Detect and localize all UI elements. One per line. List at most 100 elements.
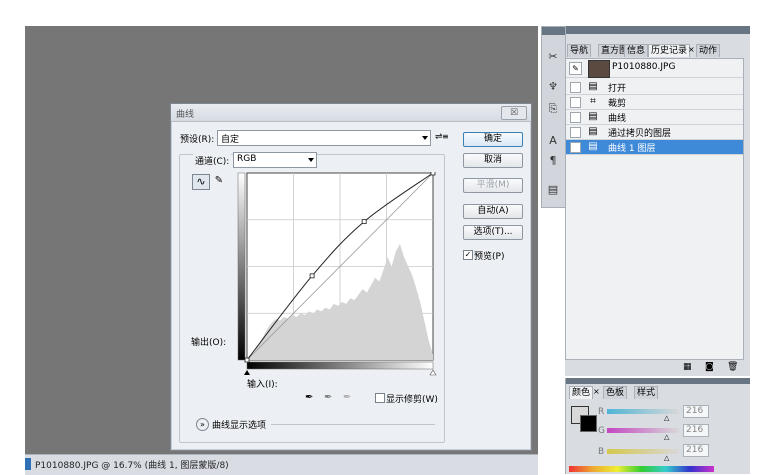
history-item-label: 打开 [608,84,627,94]
brush-icon[interactable]: ♆ [545,79,561,95]
snapshot-icon[interactable]: ◙ [705,362,714,372]
history-item[interactable]: ⌗ 裁剪 [566,95,743,110]
curve-control-point[interactable] [244,357,250,363]
tab-info[interactable]: 信息 [624,44,649,57]
divider [271,424,435,425]
status-text: P1010880.JPG @ 16.7% (曲线 1, 图层蒙版/8) [35,461,229,471]
white-point-slider[interactable] [429,369,437,376]
options-button[interactable]: 选项(T)... [463,225,523,240]
color-ramp[interactable] [569,466,714,472]
close-icon[interactable]: × [688,45,695,54]
show-clipping-checkbox[interactable] [375,393,385,403]
r-value[interactable]: 216 [683,405,709,418]
preset-value: 自定 [221,135,240,145]
curve-graph[interactable] [237,172,439,384]
dialog-titlebar[interactable]: 曲线 ☒ [171,104,531,122]
curve-control-point[interactable] [309,273,315,279]
white-eyedropper-icon[interactable]: ✒ [343,392,351,403]
document-icon: ▤ [588,141,598,152]
close-icon[interactable]: × [593,387,600,396]
channel-select[interactable]: RGB [233,152,317,168]
preset-label: 预设(R): [180,135,215,145]
preset-menu-icon[interactable]: ≡ [442,132,449,141]
pencil-icon[interactable]: ✎ [212,174,226,188]
history-item[interactable]: ▤ 通过拷贝的图层 [566,125,743,140]
preset-select[interactable]: 自定 [217,130,431,146]
channel-label: 通道(C): [193,154,232,167]
clone-icon[interactable]: ⎘ [545,101,561,117]
b-slider-handle[interactable]: △ [664,454,669,462]
history-item-label: 通过拷贝的图层 [608,129,672,139]
black-eyedropper-icon[interactable]: ✒ [305,392,313,403]
cancel-button[interactable]: 取消 [463,153,523,168]
history-checkbox[interactable] [570,112,581,123]
document-icon: ▤ [588,81,598,92]
auto-button[interactable]: 自动(A) [463,204,523,219]
ok-button[interactable]: 确定 [463,132,523,147]
history-item-selected[interactable]: ▤ 曲线 1 图层 [566,140,743,155]
history-item-label: 裁剪 [608,99,627,109]
chevron-down-icon [308,158,314,162]
preview-checkbox[interactable]: ✓ [463,250,473,260]
background-color-swatch[interactable] [580,415,597,432]
snapshot-thumbnail [588,60,610,78]
curve-control-point[interactable] [361,219,367,225]
history-item[interactable]: ▤ 曲线 [566,110,743,125]
black-point-slider[interactable] [244,370,250,375]
g-label: G [598,426,605,436]
tab-swatches[interactable]: 色板 [603,386,628,399]
status-bar: P1010880.JPG @ 16.7% (曲线 1, 图层蒙版/8) [25,454,538,475]
history-checkbox[interactable] [570,142,581,153]
history-checkbox[interactable] [570,127,581,138]
r-label: R [598,407,605,417]
panel-titlebar[interactable] [566,378,750,384]
close-button[interactable]: ☒ [501,106,527,120]
tab-styles[interactable]: 样式 [634,386,659,399]
history-item-label: 曲线 [608,114,627,124]
smooth-button[interactable]: 平滑(M) [463,178,523,193]
curve-tool-icon[interactable]: ∿ [192,174,210,190]
history-item[interactable]: ▤ 打开 [566,80,743,95]
history-checkbox[interactable] [570,97,581,108]
character-icon[interactable]: A [545,133,561,149]
output-label: 输出(O): [191,338,227,348]
chevron-down-icon [422,136,428,140]
history-item-label: 曲线 1 图层 [608,144,656,154]
input-gradient-bar [246,361,434,370]
history-list: ✎ P1010880.JPG ▤ 打开 ⌗ 裁剪 ▤ 曲线 ▤ 通过拷贝的图层 … [565,58,744,360]
output-gradient-bar [237,172,246,361]
curve-control-point[interactable] [430,172,436,176]
channel-value: RGB [237,154,257,164]
gray-eyedropper-icon[interactable]: ✒ [324,392,332,403]
notes-icon[interactable]: ▤ [545,182,561,198]
document-icon: ▤ [588,111,598,122]
show-clipping-label: 显示修剪(W) [386,395,438,405]
r-slider-handle[interactable]: △ [664,414,669,422]
expand-chevron-icon[interactable]: » [196,418,209,431]
preview-label: 预览(P) [474,252,505,262]
strip-titlebar[interactable] [542,27,566,35]
panel-icon-strip: ✂ ♆ ⎘ A ¶ ▤ [541,26,567,208]
history-checkbox[interactable] [570,82,581,93]
g-slider-handle[interactable]: △ [664,433,669,441]
panel-titlebar[interactable] [566,26,750,34]
history-brush-icon[interactable]: ✎ [569,62,582,75]
tab-color[interactable]: 颜色 [569,386,594,399]
paragraph-icon[interactable]: ¶ [545,153,561,169]
new-document-icon[interactable]: ▦ [683,362,692,372]
curve-display-options-label: 曲线显示选项 [212,421,267,431]
tab-actions[interactable]: 动作 [696,44,721,57]
history-footer: ▦ ◙ 🗑 [565,360,749,376]
snapshot-label: P1010880.JPG [612,62,676,72]
g-value[interactable]: 216 [683,424,709,437]
b-label: B [598,447,605,457]
document-icon [25,458,31,470]
history-snapshot[interactable]: ✎ P1010880.JPG [566,59,743,78]
tab-navigator[interactable]: 导航 [567,44,592,57]
trash-icon[interactable]: 🗑 [727,362,738,372]
tab-history[interactable]: 历史记录 [648,44,691,57]
b-value[interactable]: 216 [683,444,709,457]
document-icon: ▤ [588,126,598,137]
dialog-title: 曲线 [176,110,195,120]
tools-icon[interactable]: ✂ [545,49,561,65]
